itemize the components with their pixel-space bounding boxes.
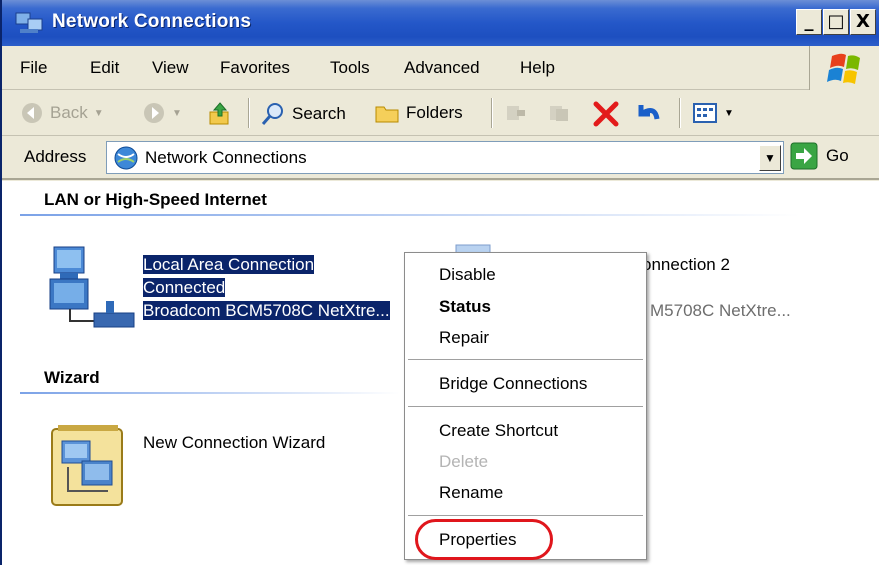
forward-button[interactable]: ▼ xyxy=(142,101,182,125)
address-field[interactable]: Network Connections ▼ xyxy=(106,141,784,174)
new-connection-wizard-icon[interactable] xyxy=(46,421,132,511)
toolbar-separator xyxy=(491,98,493,128)
menu-view[interactable]: View xyxy=(152,58,189,78)
toolbar-separator xyxy=(248,98,250,128)
back-button[interactable]: Back ▼ xyxy=(20,101,104,125)
windows-flag-icon xyxy=(827,53,860,84)
delete-button[interactable] xyxy=(592,101,620,127)
move-to-icon xyxy=(507,106,525,120)
menu-separator xyxy=(408,515,643,517)
move-to-button[interactable] xyxy=(504,101,528,125)
menu-advanced[interactable]: Advanced xyxy=(404,58,480,78)
maximize-button[interactable]: □ xyxy=(823,9,849,35)
group-header-wizard: Wizard xyxy=(44,368,100,387)
menu-file[interactable]: File xyxy=(20,58,47,78)
menu-disable[interactable]: Disable xyxy=(439,265,496,285)
back-arrow-icon xyxy=(22,103,42,123)
search-icon xyxy=(261,103,283,125)
menu-separator xyxy=(408,359,643,361)
menu-tools[interactable]: Tools xyxy=(330,58,370,78)
menu-create-shortcut[interactable]: Create Shortcut xyxy=(439,421,558,441)
connection-status-text: Connected xyxy=(143,278,226,297)
search-button[interactable]: Search xyxy=(260,101,346,127)
network-connections-icon xyxy=(15,12,43,33)
back-label: Back xyxy=(50,103,88,122)
undo-button[interactable] xyxy=(635,101,663,127)
minimize-button[interactable]: _ xyxy=(796,9,822,35)
group-header-lan: LAN or High-Speed Internet xyxy=(44,190,267,209)
menu-status[interactable]: Status xyxy=(439,297,491,317)
menu-delete: Delete xyxy=(439,452,489,471)
menu-bridge-connections[interactable]: Bridge Connections xyxy=(439,374,587,394)
go-arrow-icon xyxy=(790,142,818,170)
menu-repair[interactable]: Repair xyxy=(439,328,489,348)
forward-dropdown-icon[interactable]: ▼ xyxy=(172,108,182,119)
properties-highlight-circle xyxy=(415,519,553,560)
menu-bar: File Edit View Favorites Tools Advanced … xyxy=(2,46,879,90)
up-folder-icon xyxy=(209,102,229,125)
forward-arrow-icon xyxy=(144,103,164,123)
menu-help[interactable]: Help xyxy=(520,58,555,78)
group-divider xyxy=(20,214,800,216)
delete-x-icon xyxy=(593,101,619,127)
connection-device-text: Broadcom BCM5708C NetXtre... xyxy=(143,301,390,320)
views-dropdown-icon: ▼ xyxy=(724,107,734,119)
context-menu: Disable Status Repair Bridge Connections… xyxy=(404,252,647,560)
connection-device: Broadcom BCM5708C NetXtre... xyxy=(143,299,390,322)
folders-icon xyxy=(375,106,399,123)
connection-status: Connected xyxy=(143,276,226,299)
menu-rename[interactable]: Rename xyxy=(439,483,503,503)
address-label: Address xyxy=(24,147,87,166)
up-folder-button[interactable] xyxy=(207,101,233,127)
go-label: Go xyxy=(826,146,849,165)
go-button[interactable]: Go xyxy=(790,142,849,170)
toolbar: Back ▼ ▼ Search Folders ▼ xyxy=(2,90,879,136)
views-icon xyxy=(693,103,717,123)
copy-to-icon xyxy=(550,106,568,121)
menu-edit[interactable]: Edit xyxy=(90,58,119,78)
folders-button[interactable]: Folders xyxy=(374,101,463,125)
toolbar-separator xyxy=(679,98,681,128)
address-dropdown-button[interactable]: ▼ xyxy=(759,145,781,171)
menu-favorites[interactable]: Favorites xyxy=(220,58,290,78)
group-divider xyxy=(20,392,400,394)
connection-2-device: M5708C NetXtre... xyxy=(650,301,791,320)
connection-name-text: Local Area Connection xyxy=(143,255,315,274)
menu-separator xyxy=(408,406,643,408)
window-title: Network Connections xyxy=(52,11,252,32)
explorer-window: Network Connections _ □ X File Edit View… xyxy=(0,0,879,565)
title-bar[interactable]: Network Connections _ □ X xyxy=(2,0,879,46)
close-button[interactable]: X xyxy=(850,9,876,35)
address-bar: Address Network Connections ▼ Go xyxy=(2,136,879,180)
connection-2-name[interactable]: onnection 2 xyxy=(642,253,730,276)
new-connection-wizard-label[interactable]: New Connection Wizard xyxy=(143,431,325,454)
lan-connection-icon[interactable] xyxy=(46,243,138,333)
search-label: Search xyxy=(292,104,346,123)
address-value: Network Connections xyxy=(145,148,307,167)
views-button[interactable]: ▼ xyxy=(692,101,734,125)
copy-to-button[interactable] xyxy=(547,101,571,125)
undo-icon xyxy=(638,105,660,120)
folders-label: Folders xyxy=(406,103,463,122)
connection-name[interactable]: Local Area Connection xyxy=(143,253,315,276)
back-dropdown-icon[interactable]: ▼ xyxy=(94,108,104,119)
windows-logo xyxy=(809,46,879,90)
network-globe-icon xyxy=(114,146,138,170)
